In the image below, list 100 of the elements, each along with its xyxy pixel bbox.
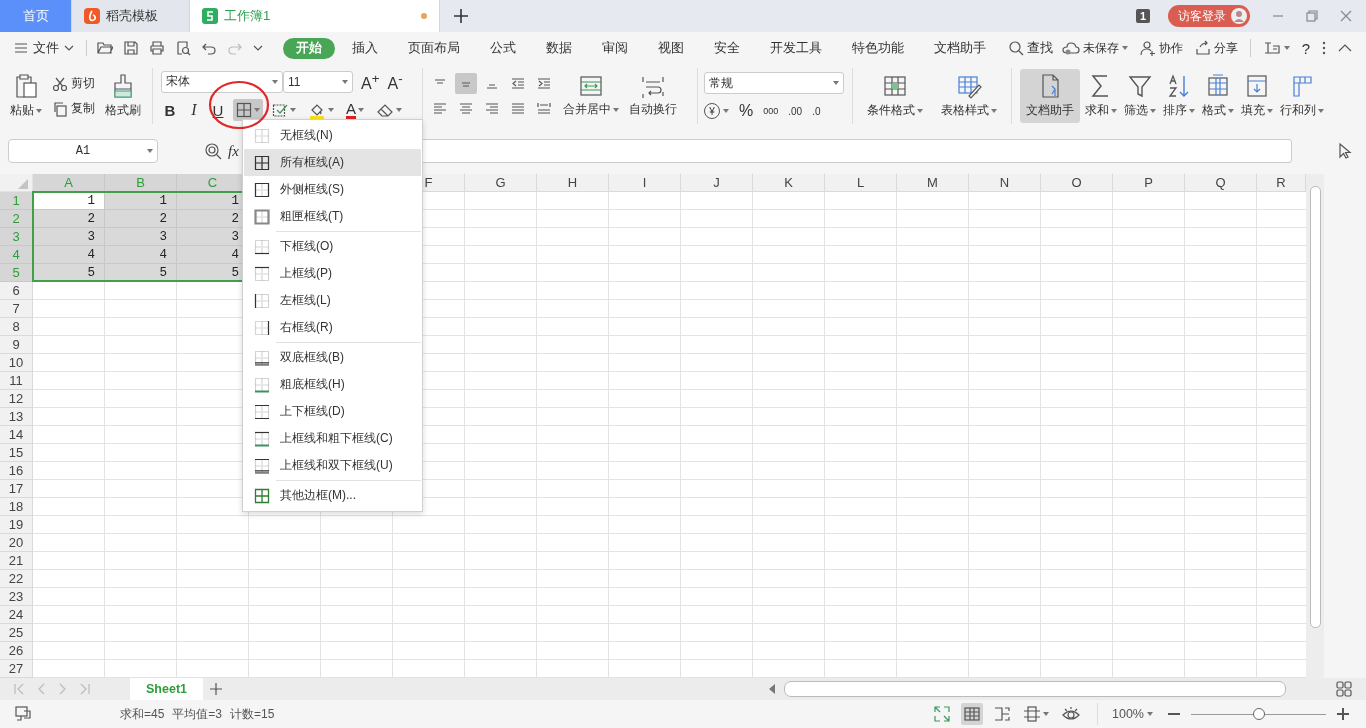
fill-down-icon[interactable]	[1244, 73, 1270, 99]
right-align-icon[interactable]	[484, 101, 500, 116]
ribbon-tool-button[interactable]: 求和	[1083, 71, 1119, 121]
wrap-text-icon[interactable]	[640, 74, 666, 98]
reading-mode-icon[interactable]	[1023, 705, 1041, 723]
sheet-tab[interactable]: Sheet1	[130, 678, 203, 700]
indent-align-icon[interactable]	[536, 76, 552, 91]
avatar-icon[interactable]	[1231, 8, 1247, 24]
row-header[interactable]: 16	[0, 462, 33, 480]
caret-icon[interactable]	[342, 80, 348, 84]
menu-item[interactable]: 上框线和粗下框线(C)	[244, 425, 421, 452]
row-header[interactable]: 17	[0, 480, 33, 498]
row-header[interactable]: 21	[0, 552, 33, 570]
eye-icon[interactable]	[1061, 705, 1081, 723]
fullscreen-icon[interactable]	[933, 705, 951, 723]
search-icon[interactable]	[1009, 40, 1024, 56]
horizontal-scrollbar[interactable]	[784, 681, 1286, 697]
restore-icon[interactable]	[1306, 10, 1318, 22]
row-header[interactable]: 11	[0, 372, 33, 390]
scissors-icon[interactable]	[52, 75, 68, 92]
row-header[interactable]: 13	[0, 408, 33, 426]
login-button[interactable]: 访客登录	[1168, 5, 1250, 27]
caret-icon[interactable]	[917, 108, 923, 113]
row-header[interactable]: 12	[0, 390, 33, 408]
ribbon-tool-button[interactable]: 行和列	[1278, 71, 1326, 121]
caret-icon[interactable]	[1228, 108, 1234, 113]
distributed-align-icon[interactable]	[536, 101, 552, 116]
zoom-level[interactable]: 100%	[1112, 707, 1153, 721]
caret-icon[interactable]	[613, 107, 619, 112]
thousands-button[interactable]: 000	[763, 106, 779, 116]
paint-brush-icon[interactable]	[111, 73, 135, 99]
column-header[interactable]: K	[753, 174, 825, 192]
caret-icon[interactable]	[1043, 712, 1049, 716]
borders-icon[interactable]	[236, 102, 252, 119]
row-header[interactable]: 10	[0, 354, 33, 372]
column-header[interactable]: O	[1041, 174, 1113, 192]
menu-item[interactable]: 其他边框(M)...	[244, 482, 421, 509]
left-align-icon[interactable]	[432, 101, 448, 116]
caret-icon[interactable]	[991, 108, 997, 113]
ribbon-tool-button[interactable]: 格式	[1200, 71, 1236, 121]
column-header[interactable]: M	[897, 174, 969, 192]
printer-icon[interactable]	[149, 40, 165, 56]
menu-item[interactable]: 粗底框线(H)	[244, 371, 421, 398]
column-header[interactable]: P	[1113, 174, 1185, 192]
ribbon-tab[interactable]: 插入	[339, 37, 391, 59]
document-tab[interactable]: 工作簿1	[190, 0, 440, 32]
zoom-slider-thumb[interactable]	[1252, 707, 1265, 720]
close-icon[interactable]	[1340, 10, 1352, 22]
caret-icon[interactable]	[833, 81, 839, 85]
ribbon-tab[interactable]: 文档助手	[921, 37, 999, 59]
caret-icon[interactable]	[396, 108, 402, 113]
add-sheet-icon[interactable]	[209, 682, 223, 696]
menu-item[interactable]: 双底框线(B)	[244, 344, 421, 371]
table-pen-icon[interactable]	[956, 73, 982, 99]
caret-icon[interactable]	[358, 108, 364, 113]
column-header[interactable]: N	[969, 174, 1041, 192]
ribbon-tab[interactable]: 视图	[645, 37, 697, 59]
ribbon-tab[interactable]: 安全	[701, 37, 753, 59]
caret-icon[interactable]	[272, 80, 278, 84]
caret-icon[interactable]	[1121, 46, 1128, 50]
row-header[interactable]: 15	[0, 444, 33, 462]
collapse-icon[interactable]	[1338, 44, 1352, 52]
menu-item[interactable]: 无框线(N)	[244, 122, 421, 149]
caret-icon[interactable]	[36, 108, 42, 113]
search-button[interactable]: 查找	[1009, 39, 1053, 57]
ribbon-tab[interactable]: 特色功能	[839, 37, 917, 59]
row-header[interactable]: 19	[0, 516, 33, 534]
help-button[interactable]: ?	[1301, 39, 1310, 57]
row-header[interactable]: 26	[0, 642, 33, 660]
row-header[interactable]: 7	[0, 300, 33, 318]
ribbon-tab[interactable]: 数据	[533, 37, 585, 59]
page-break-icon[interactable]	[993, 705, 1011, 723]
menu-item[interactable]: 左框线(L)	[244, 287, 421, 314]
ribbon-tab[interactable]: 审阅	[589, 37, 641, 59]
collaborate-button[interactable]: 协作	[1139, 39, 1183, 57]
caret-icon[interactable]	[254, 108, 260, 113]
window-count[interactable]: 1	[1135, 9, 1150, 23]
file-menu[interactable]: 文件	[14, 39, 74, 57]
zoom-in-icon[interactable]	[1336, 707, 1350, 721]
percent-button[interactable]: %	[739, 102, 754, 120]
paste-button[interactable]: 粘贴	[8, 71, 44, 121]
monitor-icon[interactable]	[14, 705, 32, 723]
ribbon-tool-button[interactable]: 文档助手	[1020, 69, 1080, 123]
ribbon-tool-button[interactable]: 筛选	[1122, 71, 1158, 121]
caret-icon[interactable]	[1189, 108, 1195, 113]
unsaved-button[interactable]: 未保存	[1061, 39, 1128, 57]
ribbon-tool-button[interactable]: 填充	[1239, 71, 1275, 121]
caret-icon[interactable]	[147, 149, 153, 153]
ribbon-tab[interactable]: 开发工具	[757, 37, 835, 59]
row-header[interactable]: 27	[0, 660, 33, 678]
chevron-down-icon[interactable]	[64, 45, 74, 51]
caret-icon[interactable]	[1111, 108, 1117, 113]
row-header[interactable]: 14	[0, 426, 33, 444]
cloud-icon[interactable]	[1061, 41, 1080, 55]
justify-align-icon[interactable]	[510, 101, 526, 116]
column-header[interactable]: H	[537, 174, 609, 192]
grid-view-icon[interactable]	[1336, 681, 1352, 697]
grow-font-button[interactable]: A$^{+}$	[361, 70, 380, 94]
merge-center-button[interactable]: 合并居中	[561, 72, 621, 120]
caret-icon[interactable]	[723, 109, 729, 113]
